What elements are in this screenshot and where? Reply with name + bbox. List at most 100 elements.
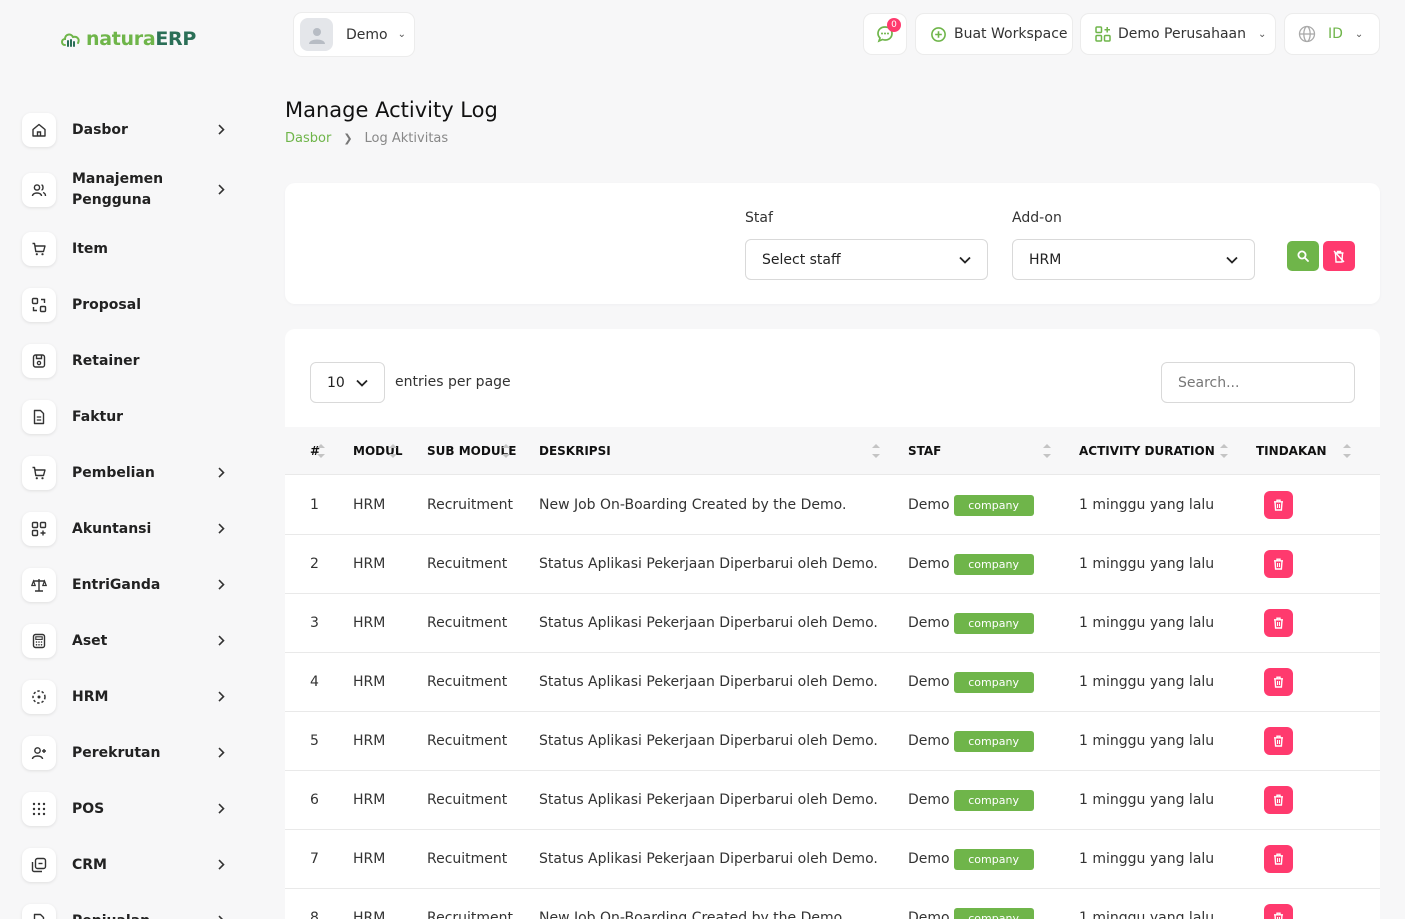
column-header-activity-duration[interactable]: ACTIVITY DURATION [1079,427,1215,475]
row-tindakan [1264,889,1293,919]
entries-per-page-select[interactable]: 10 [310,362,385,403]
sidebar-item-label: Penjualan [72,911,192,919]
language-selector[interactable]: ID ⌄ [1284,13,1380,55]
row-modul: HRM [353,910,386,919]
sidebar-item-dasbor[interactable]: Dasbor [22,102,237,158]
row-activity-duration: 1 minggu yang lalu [1079,851,1215,867]
delete-button[interactable] [1264,609,1293,637]
sidebar-item-proposal[interactable]: Proposal [22,277,237,333]
column-header-tindakan[interactable]: TINDAKAN [1256,427,1327,475]
row-staf: Demo company [908,830,1034,888]
scale-icon [22,568,56,602]
chevron-right-icon [217,467,225,483]
apply-filter-button[interactable] [1287,241,1319,271]
role-badge: company [953,612,1034,634]
sidebar-item-retainer[interactable]: Retainer [22,333,237,389]
delete-button[interactable] [1264,668,1293,696]
sidebar-item-akuntansi[interactable]: Akuntansi [22,501,237,557]
row-staf: Demo company [908,771,1034,829]
sidebar-item-hrm[interactable]: HRM [22,669,237,725]
staff-name: Demo [908,615,950,631]
delete-button[interactable] [1264,786,1293,814]
sort-icon[interactable] [317,442,325,460]
table-row: 4 HRM Recuitment Status Aplikasi Pekerjaan … [285,653,1380,712]
dashed-circle-icon [22,680,56,714]
company-selector[interactable]: Demo Perusahaan ⌄ [1080,13,1276,55]
row-sub-module: Recuitment [427,733,508,749]
chevron-right-icon [217,183,225,199]
sidebar-item-pos[interactable]: POS [22,781,237,837]
staff-name: Demo [908,733,950,749]
trash-icon [1274,499,1283,511]
addon-select[interactable]: HRM [1012,239,1255,280]
sidebar-item-label: EntriGanda [72,576,161,593]
sidebar-item-penjualan[interactable]: Penjualan [22,893,237,919]
role-badge: company [953,789,1034,811]
delete-button[interactable] [1264,550,1293,578]
save-icon [22,344,56,378]
trash-icon [1274,794,1283,806]
row-activity-duration: 1 minggu yang lalu [1079,792,1215,808]
row-number: 3 [310,615,319,631]
row-tindakan [1264,712,1293,770]
create-workspace-button[interactable]: Buat Workspace [915,13,1073,55]
sort-icon[interactable] [389,442,397,460]
row-number: 8 [310,910,319,919]
staff-filter-label: Staf [745,210,773,226]
chevron-right-icon [217,691,225,707]
staff-name: Demo [908,497,950,513]
sidebar-item-crm[interactable]: CRM [22,837,237,893]
row-number: 2 [310,556,319,572]
sidebar-item-pembelian[interactable]: Pembelian [22,445,237,501]
chevron-right-icon [217,124,225,140]
file-icon [22,400,56,434]
sidebar-item-perekrutan[interactable]: Perekrutan [22,725,237,781]
home-icon [22,113,56,147]
sidebar-item-label: HRM [72,688,109,705]
sort-icon[interactable] [502,442,510,460]
reset-filter-button[interactable] [1323,241,1355,271]
activity-log-table-card: 10 entries per page # MODUL SUB MODULE D… [285,329,1380,919]
column-header-staf[interactable]: STAF [908,427,941,475]
sort-icon[interactable] [1220,442,1228,460]
row-staf: Demo company [908,594,1034,652]
row-tindakan [1264,771,1293,829]
table-row: 8 HRM Recruitment New Job On-Boarding Creat… [285,889,1380,919]
delete-button[interactable] [1264,491,1293,519]
breadcrumb-current: Log Aktivitas [364,131,449,146]
row-number: 7 [310,851,319,867]
breadcrumb-home-link[interactable]: Dasbor [285,131,331,146]
notification-button[interactable]: 0 [863,13,907,55]
row-sub-module: Recruitment [427,497,514,513]
row-number: 6 [310,792,319,808]
sort-icon[interactable] [1043,442,1051,460]
column-header-deskripsi[interactable]: DESKRIPSI [539,427,611,475]
delete-button[interactable] [1264,845,1293,873]
row-activity-duration: 1 minggu yang lalu [1079,556,1215,572]
app-logo[interactable]: naturaERP [60,26,196,52]
chevron-down-icon [356,379,368,387]
sidebar-item-label: Akuntansi [72,520,152,537]
delete-button[interactable] [1264,727,1293,755]
staff-select[interactable]: Select staff [745,239,988,280]
sidebar-item-label: Aset [72,632,108,649]
sidebar-item-manajemen-pengguna[interactable]: Manajemen Pengguna [22,158,237,221]
dots-grid-icon [22,792,56,826]
sidebar-item-aset[interactable]: Aset [22,613,237,669]
search-input[interactable] [1161,362,1355,403]
user-menu[interactable]: Demo ⌄ [293,12,415,57]
sidebar-item-item[interactable]: Item [22,221,237,277]
row-deskripsi: Status Aplikasi Pekerjaan Diperbarui ole… [539,615,878,631]
language-code: ID [1328,26,1343,42]
staff-select-value: Select staff [762,251,841,268]
table-row: 5 HRM Recuitment Status Aplikasi Pekerjaan … [285,712,1380,771]
table-row: 7 HRM Recuitment Status Aplikasi Pekerjaan … [285,830,1380,889]
sidebar-item-faktur[interactable]: Faktur [22,389,237,445]
sidebar-item-entriganda[interactable]: EntriGanda [22,557,237,613]
delete-button[interactable] [1264,904,1293,919]
grid-plus-icon [22,512,56,546]
user-avatar-icon [308,27,325,44]
table-row: 6 HRM Recuitment Status Aplikasi Pekerjaan … [285,771,1380,830]
sort-icon[interactable] [872,442,880,460]
sort-icon[interactable] [1343,442,1351,460]
